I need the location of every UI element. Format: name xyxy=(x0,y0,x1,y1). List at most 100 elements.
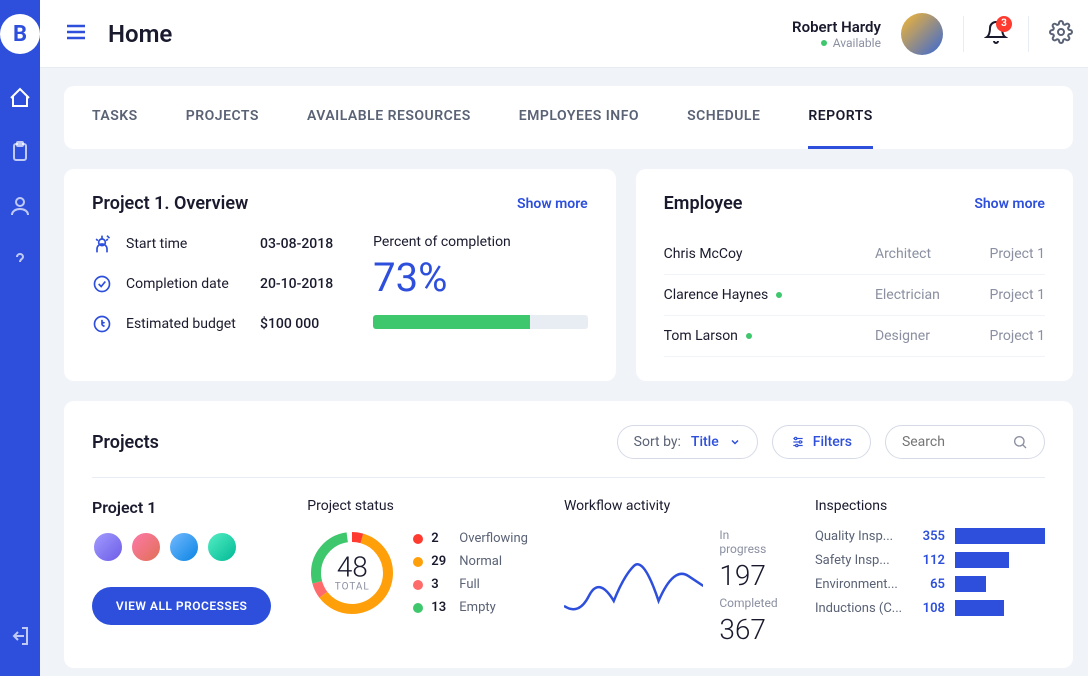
main: Home Robert Hardy Available 3 TASKS PROJE… xyxy=(40,0,1088,676)
sidebar: B xyxy=(0,0,40,676)
user-status: Available xyxy=(792,36,881,50)
meta-label: Start time xyxy=(126,236,246,252)
inspection-value: 108 xyxy=(915,601,945,616)
completion-pct: 73% xyxy=(373,254,587,301)
status-dot-icon xyxy=(821,40,827,46)
app-logo[interactable]: B xyxy=(0,14,40,54)
inspections-title: Inspections xyxy=(815,498,1045,514)
notifications-button[interactable]: 3 xyxy=(984,20,1008,48)
nav-help-icon[interactable] xyxy=(0,240,40,280)
status-title: Project status xyxy=(307,498,528,514)
tab-employees-info[interactable]: EMPLOYEES INFO xyxy=(519,86,639,149)
search-input[interactable] xyxy=(902,434,1002,450)
workflow-title: Workflow activity xyxy=(564,498,779,514)
project-1-title: Project 1 xyxy=(92,498,271,517)
employee-role: Architect xyxy=(875,246,975,262)
content: TASKS PROJECTS AVAILABLE RESOURCES EMPLOYEE… xyxy=(40,68,1088,676)
inspection-row: Safety Insp...112 xyxy=(815,552,1045,568)
sparkline-chart xyxy=(564,546,703,626)
search-box[interactable] xyxy=(885,425,1045,459)
inspection-value: 355 xyxy=(915,529,945,544)
search-icon xyxy=(1012,434,1028,450)
nav-home-icon[interactable] xyxy=(0,78,40,118)
hamburger-icon[interactable] xyxy=(64,20,88,48)
employee-name: Clarence Haynes xyxy=(664,287,875,303)
inspection-value: 112 xyxy=(915,553,945,568)
meta-label: Completion date xyxy=(126,276,246,292)
inspection-bar xyxy=(955,552,1045,568)
legend-item: 2Overflowing xyxy=(413,531,528,546)
view-all-processes-button[interactable]: VIEW ALL PROCESSES xyxy=(92,587,271,625)
nav-user-icon[interactable] xyxy=(0,186,40,226)
user-avatar[interactable] xyxy=(901,13,943,55)
employee-project: Project 1 xyxy=(975,328,1045,344)
tab-tasks[interactable]: TASKS xyxy=(92,86,138,149)
tab-reports[interactable]: REPORTS xyxy=(808,86,872,149)
legend-item: 3Full xyxy=(413,577,528,592)
employee-project: Project 1 xyxy=(975,246,1045,262)
settings-button[interactable] xyxy=(1049,20,1073,48)
meta-value: $100 000 xyxy=(260,316,319,332)
meta-row: Start time 03-08-2018 xyxy=(92,234,333,254)
meta-value: 20-10-2018 xyxy=(260,276,333,292)
meta-icon xyxy=(92,274,112,294)
legend-dot-icon xyxy=(413,580,423,590)
chevron-down-icon xyxy=(729,436,741,448)
project-avatars xyxy=(92,531,271,563)
nav-logout-icon[interactable] xyxy=(0,616,40,656)
inspection-bar xyxy=(955,576,1045,592)
in-progress-label: In progress xyxy=(719,528,779,556)
inspection-row: Quality Insp... 355 xyxy=(815,528,1045,544)
employee-show-more[interactable]: Show more xyxy=(974,196,1045,212)
employee-title: Employee xyxy=(664,193,743,214)
sort-dropdown[interactable]: Sort by: Title xyxy=(617,425,758,459)
completed-value: 367 xyxy=(719,616,779,644)
notification-badge: 3 xyxy=(996,16,1012,32)
inspection-label: Quality Insp... xyxy=(815,529,905,544)
donut-chart: 48 TOTAL xyxy=(307,528,397,618)
status-dot-icon xyxy=(746,333,752,339)
page-title: Home xyxy=(108,20,172,48)
legend-item: 29Normal xyxy=(413,554,528,569)
tab-schedule[interactable]: SCHEDULE xyxy=(687,86,760,149)
inspection-bar xyxy=(955,600,1045,616)
inspection-row: Environment... 65 xyxy=(815,576,1045,592)
avatar[interactable] xyxy=(130,531,162,563)
progress-bar xyxy=(373,315,587,329)
meta-row: Estimated budget$100 000 xyxy=(92,314,333,334)
inspection-label: Inductions (C... xyxy=(815,601,905,616)
nav-clipboard-icon[interactable] xyxy=(0,132,40,172)
meta-icon xyxy=(92,314,112,334)
employee-project: Project 1 xyxy=(975,287,1045,303)
employee-row[interactable]: Chris McCoyArchitectProject 1 xyxy=(664,234,1045,275)
employee-row[interactable]: Clarence HaynesElectricianProject 1 xyxy=(664,275,1045,316)
projects-title: Projects xyxy=(92,432,159,453)
projects-card: Projects Sort by: Title Filters xyxy=(64,401,1073,668)
tab-projects[interactable]: PROJECTS xyxy=(186,86,259,149)
employee-row[interactable]: Tom LarsonDesignerProject 1 xyxy=(664,316,1045,357)
overview-show-more[interactable]: Show more xyxy=(517,196,588,212)
filters-button[interactable]: Filters xyxy=(772,425,871,459)
sliders-icon xyxy=(791,435,805,449)
meta-icon xyxy=(92,234,112,254)
legend-dot-icon xyxy=(413,603,423,613)
inspection-row: Inductions (C... 108 xyxy=(815,600,1045,616)
inspection-value: 65 xyxy=(915,577,945,592)
avatar[interactable] xyxy=(206,531,238,563)
inspection-bar xyxy=(955,528,1045,544)
tabs: TASKS PROJECTS AVAILABLE RESOURCES EMPLOYEE… xyxy=(64,86,1073,149)
legend-dot-icon xyxy=(413,534,423,544)
header-right: Robert Hardy Available 3 xyxy=(792,13,1073,55)
overview-card: Project 1. Overview Show more Start time… xyxy=(64,169,616,381)
meta-value: 03-08-2018 xyxy=(260,236,333,252)
employee-role: Electrician xyxy=(875,287,975,303)
user-name: Robert Hardy xyxy=(792,18,881,36)
avatar[interactable] xyxy=(92,531,124,563)
user-info[interactable]: Robert Hardy Available xyxy=(792,18,881,50)
legend-item: 13Empty xyxy=(413,600,528,615)
avatar[interactable] xyxy=(168,531,200,563)
completion-label: Percent of completion xyxy=(373,234,587,250)
tab-available-resources[interactable]: AVAILABLE RESOURCES xyxy=(307,86,471,149)
header: Home Robert Hardy Available 3 xyxy=(40,0,1088,68)
inspection-label: Environment... xyxy=(815,577,905,592)
